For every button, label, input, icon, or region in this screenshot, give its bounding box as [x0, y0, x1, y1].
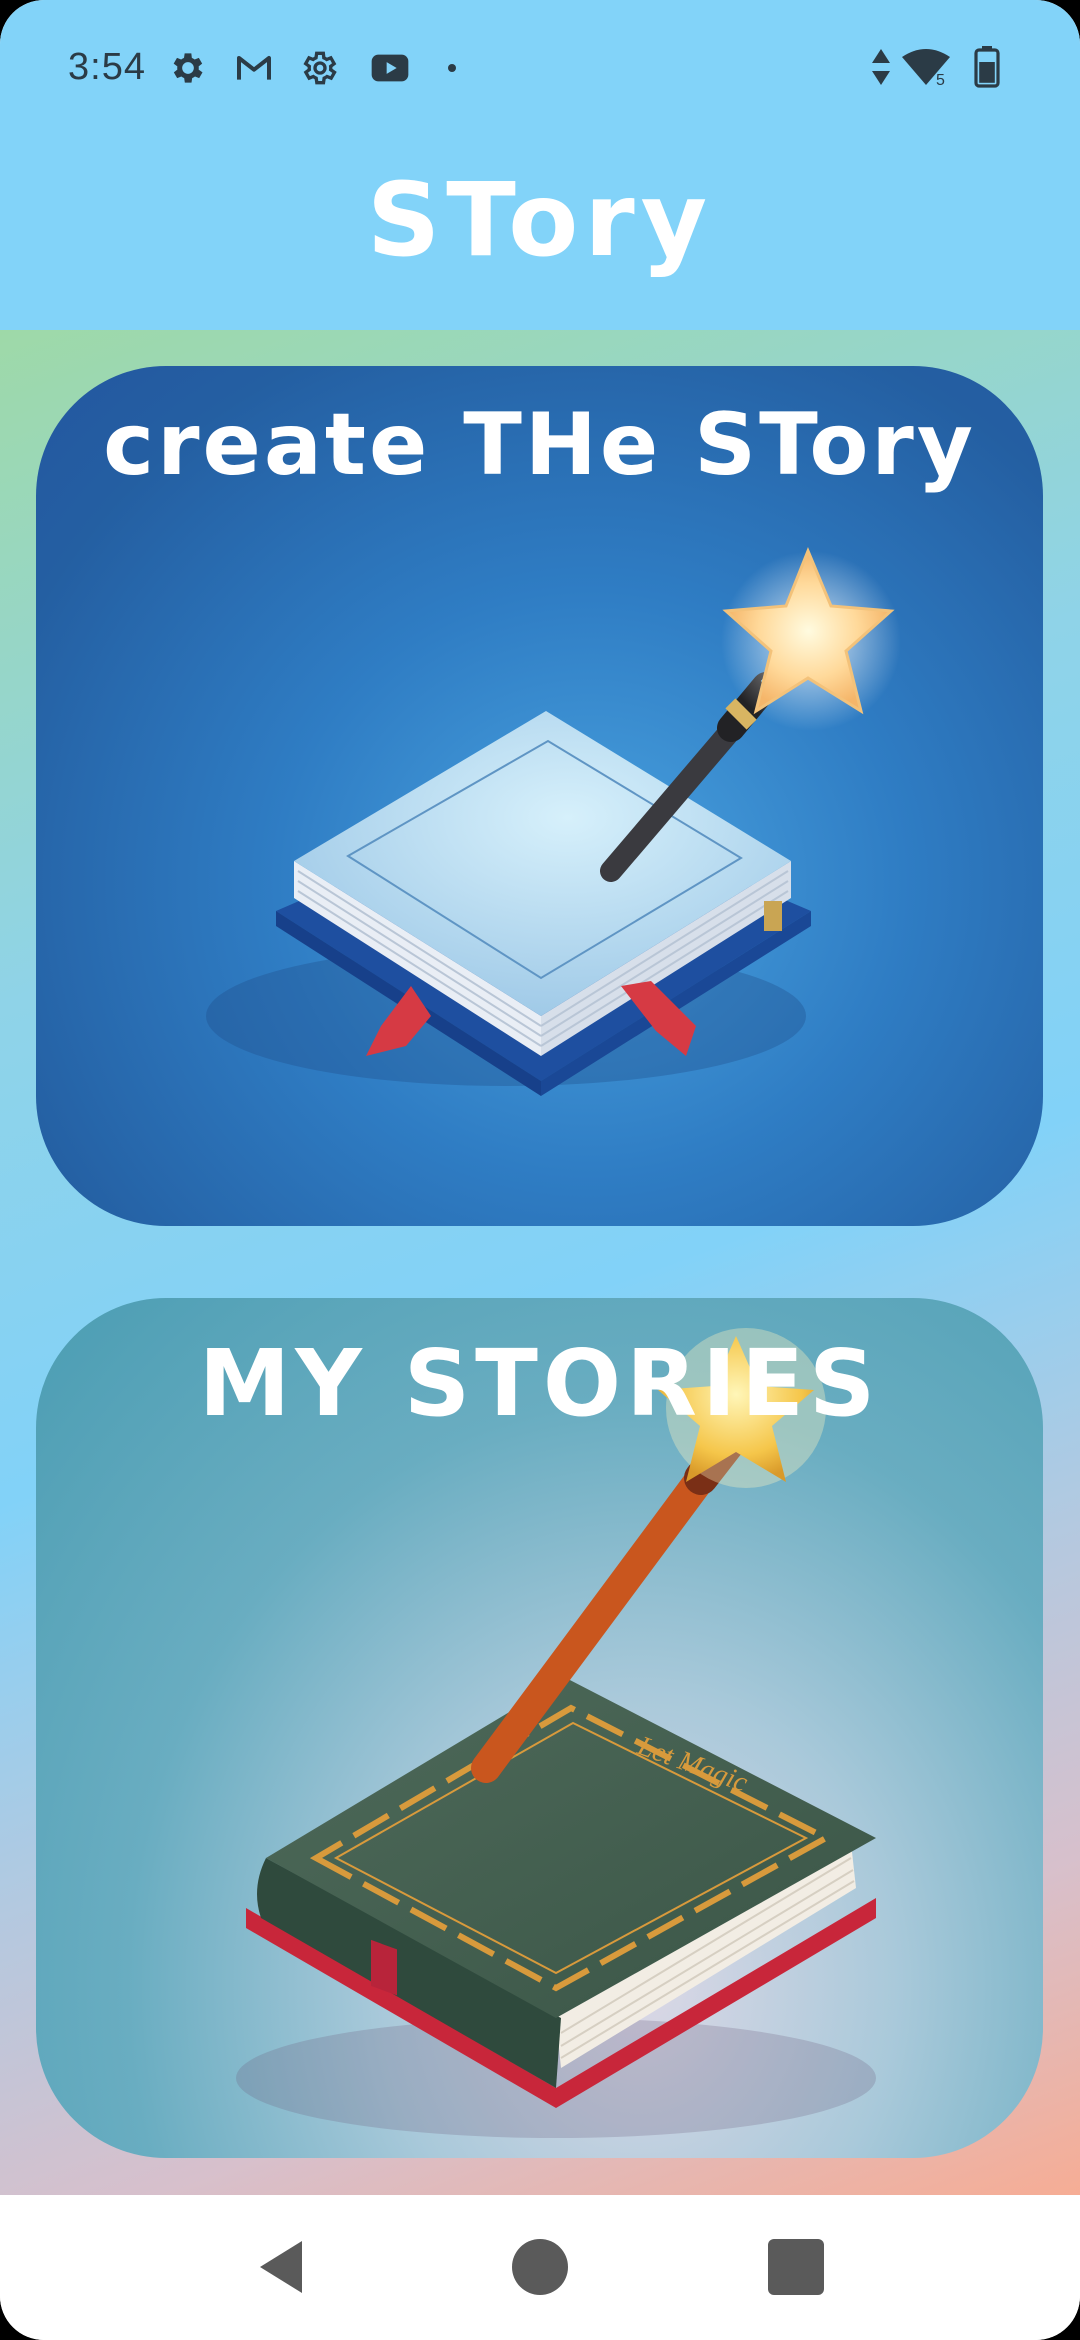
data-arrows-icon	[872, 49, 890, 85]
wifi-icon: 5	[902, 49, 950, 87]
status-system-icons: 5	[870, 46, 1000, 88]
wifi-generation-label: 5	[936, 72, 945, 87]
notification-dot-icon	[448, 64, 456, 72]
youtube-icon	[371, 54, 409, 82]
status-notification-icons	[168, 48, 464, 88]
my-stories-card[interactable]: Let Magic MY STORIES	[36, 1298, 1043, 2158]
create-story-card[interactable]: create THe STory	[36, 366, 1043, 1226]
create-story-title: create THe STory	[103, 395, 976, 495]
back-icon[interactable]	[250, 2235, 314, 2299]
status-bar: 3:54 5	[0, 0, 1080, 140]
app-title: STory	[366, 161, 714, 280]
settings-icon	[303, 51, 337, 85]
app-header: 3:54 5 STory	[0, 0, 1080, 330]
system-navigation-bar	[0, 2195, 1080, 2340]
my-stories-title: MY STORIES	[198, 1330, 881, 1437]
phone-screen: 3:54 5 STory create THe STory Let Magic …	[0, 0, 1080, 2340]
status-time: 3:54	[68, 46, 146, 88]
home-icon[interactable]	[508, 2235, 572, 2299]
battery-icon	[974, 46, 1000, 88]
recents-icon[interactable]	[764, 2235, 828, 2299]
settings-icon	[173, 53, 203, 83]
gmail-icon	[237, 56, 271, 80]
magic-wand-book-illustration	[206, 547, 901, 1096]
